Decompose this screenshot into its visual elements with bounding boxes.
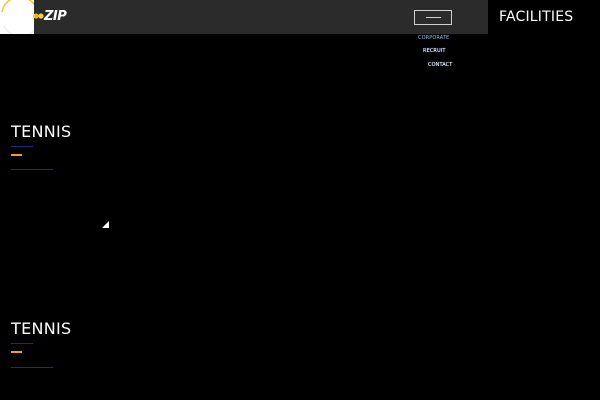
hamburger-menu-icon — [426, 17, 441, 18]
section-link[interactable] — [11, 169, 53, 170]
accent-bar — [11, 154, 22, 156]
nav-link-corporate[interactable]: CORPORATE — [418, 35, 449, 41]
section-title-tennis-2: TENNIS — [11, 319, 72, 338]
page: ZIP FACILITIES CORPORATE RECRUIT CONTACT… — [0, 0, 600, 400]
section-link[interactable] — [11, 367, 53, 368]
facilities-heading[interactable]: FACILITIES — [499, 9, 573, 25]
logo-text[interactable]: ZIP — [44, 9, 67, 24]
title-underline — [11, 146, 33, 147]
hamburger-menu-button[interactable] — [414, 10, 452, 25]
section-title-tennis: TENNIS — [11, 122, 72, 141]
logo-sun-circle-icon[interactable] — [0, 0, 34, 34]
accent-bar — [11, 351, 22, 353]
nav-link-recruit[interactable]: RECRUIT — [423, 48, 446, 54]
nav-link-contact[interactable]: CONTACT — [428, 62, 452, 68]
cursor-triangle-icon — [102, 221, 109, 228]
logo-ball-icon — [33, 13, 44, 19]
title-underline — [11, 343, 33, 344]
